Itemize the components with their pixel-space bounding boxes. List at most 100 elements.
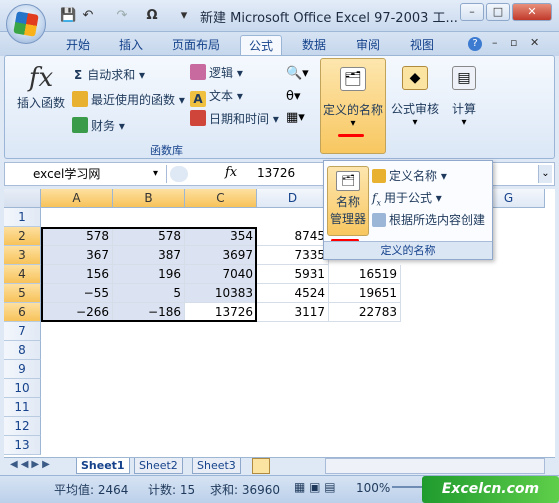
sheet-tab[interactable]: Sheet3 (192, 458, 241, 474)
cell[interactable]: 4524 (257, 284, 329, 303)
sheet-tab[interactable]: Sheet2 (134, 458, 183, 474)
cell[interactable]: 3117 (257, 303, 329, 322)
formula-expander-icon[interactable] (170, 166, 188, 182)
row-header[interactable]: 1 (4, 208, 41, 227)
sigma-icon: Σ (74, 68, 83, 82)
function-library-caption: 函数库 (150, 144, 183, 157)
name-manager-label-line1: 名称 (335, 195, 360, 209)
select-all-corner[interactable] (4, 189, 41, 208)
omega-icon[interactable]: Ω (144, 8, 160, 24)
insert-sheet-icon[interactable] (252, 458, 270, 474)
cell[interactable]: 16519 (329, 265, 401, 284)
row-header[interactable]: 5 (4, 284, 41, 303)
sheet-nav-arrows[interactable]: ◀◀▶▶ (10, 459, 53, 470)
logical-icon (190, 64, 206, 80)
autosum-button[interactable]: Σ 自动求和 ▾ (74, 66, 145, 83)
column-header[interactable]: B (113, 189, 185, 208)
tab-formulas[interactable]: 公式 (240, 35, 283, 56)
row-header[interactable]: 9 (4, 360, 41, 379)
maximize-button[interactable]: □ (486, 3, 510, 21)
lookup-icon[interactable]: 🔍▾ (286, 66, 309, 81)
defined-names-button[interactable]: 🗂 定义的名称 ▾ (320, 58, 386, 154)
more-functions-icon[interactable]: ▦▾ (286, 110, 305, 125)
minimize-button[interactable]: – (460, 3, 484, 21)
defined-names-label: 定义的名称 (322, 103, 383, 117)
close-button[interactable]: ✕ (512, 3, 552, 21)
text-button[interactable]: A 文本 ▾ (190, 87, 243, 107)
row-header[interactable]: 7 (4, 322, 41, 341)
fx-icon[interactable]: fx (225, 165, 237, 180)
recent-functions-button[interactable]: 最近使用的函数 ▾ (72, 91, 185, 108)
formula-input[interactable]: 13726 (257, 166, 295, 180)
horizontal-scrollbar[interactable] (325, 458, 545, 474)
text-label: 文本 (209, 89, 234, 103)
use-in-formula-label: 用于公式 (383, 191, 432, 205)
row-header[interactable]: 12 (4, 417, 41, 436)
tab-page-layout[interactable]: 页面布局 (164, 35, 228, 56)
tab-insert[interactable]: 插入 (111, 35, 151, 56)
customize-qat-icon[interactable]: ▾ (176, 8, 192, 24)
ribbon-close-icon[interactable]: ✕ (530, 36, 539, 49)
datetime-button[interactable]: 日期和时间 ▾ (190, 110, 279, 127)
cell[interactable]: 5931 (257, 265, 329, 284)
row-header[interactable]: 10 (4, 379, 41, 398)
insert-function-button[interactable]: fx 插入函数 (14, 62, 68, 118)
logical-button[interactable]: 逻辑 ▾ (190, 64, 243, 81)
cell[interactable]: 7335 (257, 246, 329, 265)
column-header[interactable]: C (185, 189, 257, 208)
name-box[interactable]: excel学习网 ▾ (7, 165, 167, 183)
calendar-icon (190, 110, 206, 126)
tab-data[interactable]: 数据 (294, 35, 334, 56)
column-header[interactable]: A (41, 189, 113, 208)
chevron-down-icon: ▾ (461, 117, 467, 128)
cell[interactable]: 19651 (329, 284, 401, 303)
status-average: 平均值: 2464 (54, 483, 129, 497)
text-a-icon: A (190, 91, 206, 107)
define-name-icon (372, 169, 386, 183)
redo-icon[interactable]: ↷ (114, 8, 130, 24)
watermark-logo: Excelcn.com (422, 476, 559, 503)
financial-label: 财务 (91, 119, 116, 133)
cell[interactable]: 8745 (257, 227, 329, 246)
create-from-selection-label: 根据所选内容创建 (389, 213, 486, 227)
row-header[interactable]: 2 (4, 227, 41, 246)
help-icon[interactable]: ? (468, 37, 482, 51)
formula-auditing-button[interactable]: ◆ 公式审核 ▾ (388, 58, 442, 154)
sheet-tab-active[interactable]: Sheet1 (76, 458, 130, 474)
tab-home[interactable]: 开始 (58, 35, 98, 56)
office-button[interactable] (6, 4, 46, 44)
recent-label: 最近使用的函数 (91, 93, 176, 107)
row-header[interactable]: 13 (4, 436, 41, 455)
insert-function-label: 插入函数 (16, 96, 65, 110)
name-manager-button[interactable]: 🗂 名称 管理器 (327, 166, 369, 236)
tab-review[interactable]: 审阅 (348, 35, 388, 56)
row-header[interactable]: 3 (4, 246, 41, 265)
create-from-selection-item[interactable]: 根据所选内容创建 (372, 211, 485, 228)
status-count: 计数: 15 (148, 483, 196, 497)
save-icon[interactable]: 💾 (60, 8, 76, 24)
fx-small-icon: fx (372, 191, 381, 208)
column-header[interactable]: D (257, 189, 329, 208)
name-box-dropdown-icon[interactable]: ▾ (153, 165, 158, 183)
zoom-level[interactable]: 100% (356, 481, 390, 495)
zoom-slider[interactable] (392, 486, 422, 488)
tab-view[interactable]: 视图 (402, 35, 442, 56)
view-buttons[interactable]: ▦ ▣ ▤ (294, 480, 336, 494)
define-name-item[interactable]: 定义名称 ▾ (372, 167, 447, 184)
row-header[interactable]: 8 (4, 341, 41, 360)
calculator-icon: ▤ (452, 66, 476, 90)
row-header[interactable]: 6 (4, 303, 41, 322)
formula-bar-expand-icon[interactable]: ⌄ (538, 165, 552, 183)
ribbon-minimize-icon[interactable]: – (492, 36, 498, 49)
ribbon-restore-icon[interactable]: ▫ (510, 36, 517, 49)
calculation-button[interactable]: ▤ 计算 ▾ (446, 58, 482, 154)
row-header[interactable]: 4 (4, 265, 41, 284)
financial-button[interactable]: 财务 ▾ (72, 117, 125, 134)
row-header[interactable]: 11 (4, 398, 41, 417)
status-sum: 求和: 36960 (210, 483, 281, 497)
math-icon[interactable]: θ▾ (286, 89, 300, 104)
defined-names-icon: 🗂 (340, 67, 366, 91)
use-in-formula-item[interactable]: fx 用于公式 ▾ (372, 189, 442, 207)
cell[interactable]: 22783 (329, 303, 401, 322)
undo-icon[interactable]: ↶ (80, 8, 96, 24)
